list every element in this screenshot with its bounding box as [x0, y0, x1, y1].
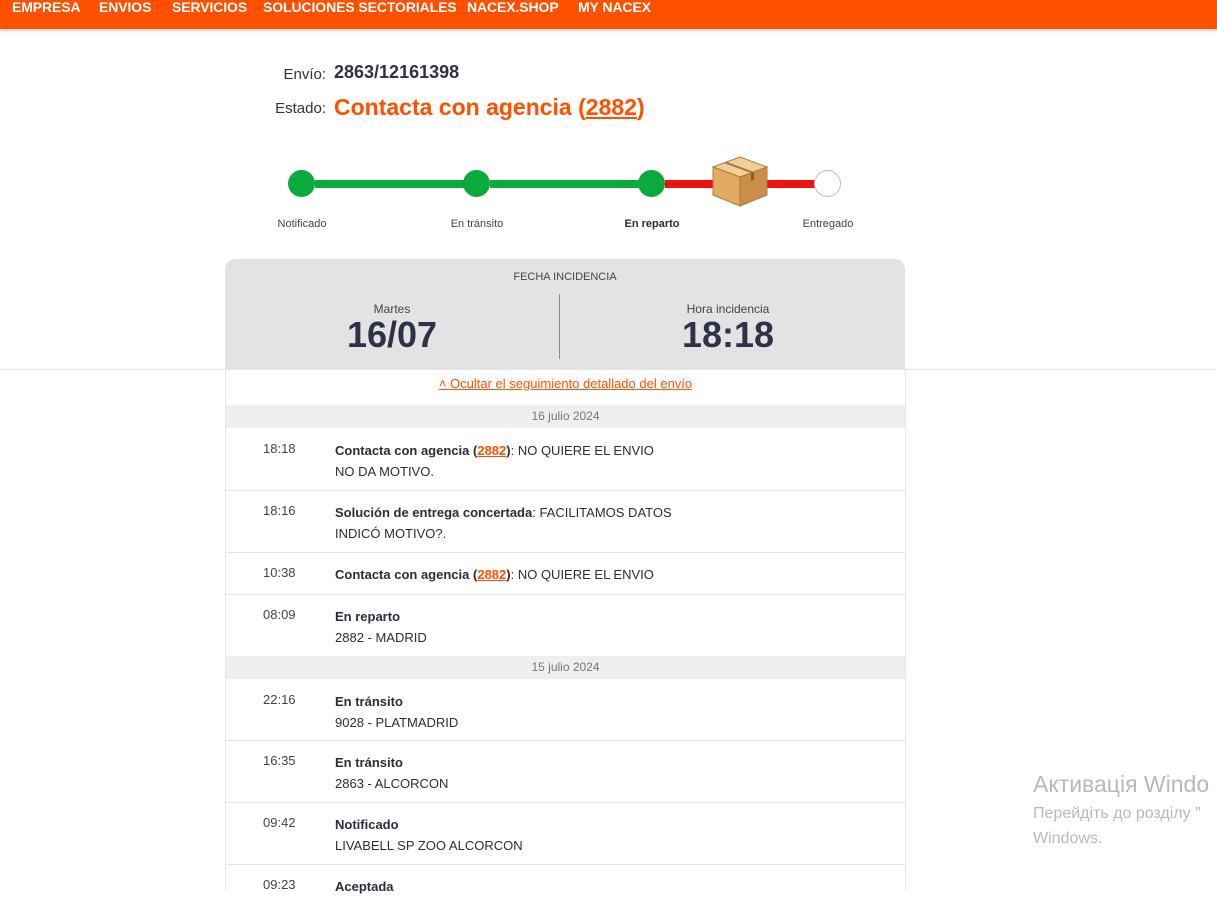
- event-description: Contacta con agencia (2882): NO QUIERE E…: [335, 443, 654, 479]
- tracking-event: 09:23 Aceptada: [226, 864, 905, 894]
- incident-card: FECHA INCIDENCIA Martes 16/07 Hora incid…: [225, 259, 905, 370]
- top-nav: EMPRESA ENVIOS SERVICIOS SOLUCIONES SECT…: [0, 0, 1217, 29]
- date-group-header: 15 julio 2024: [226, 656, 905, 679]
- event-title: Aceptada: [335, 879, 394, 894]
- tracking-panel: ˄ Ocultar el seguimiento detallado del e…: [225, 370, 906, 894]
- incident-date: 16/07: [346, 314, 438, 355]
- incident-separator: [559, 294, 560, 359]
- event-description: Solución de entrega concertada: FACILITA…: [335, 502, 672, 544]
- nav-item-my-nacex[interactable]: MY NACEX: [578, 0, 651, 14]
- incident-time: 18:18: [681, 314, 775, 355]
- estado-agency-link[interactable]: 2882: [586, 94, 637, 120]
- tracking-event: 08:09 En reparto 2882 - MADRID: [226, 594, 905, 656]
- tracking-event: 16:35 En tránsito 2863 - ALCORCON: [226, 740, 905, 803]
- progress-bar-segment-2: [490, 180, 640, 188]
- tracking-event: 22:16 En tránsito 9028 - PLATMADRID: [226, 679, 905, 741]
- windows-activation-hint-2: Windows.: [1033, 830, 1103, 847]
- tracking-event: 18:16 Solución de entrega concertada: FA…: [226, 490, 905, 553]
- event-detail-line2: 2863 - ALCORCON: [335, 776, 449, 791]
- estado-text: Contacta con agencia (: [334, 94, 586, 120]
- toggle-tracking-row: ˄ Ocultar el seguimiento detallado del e…: [226, 376, 905, 391]
- tracking-event: 18:18 Contacta con agencia (2882): NO QU…: [226, 428, 905, 491]
- hide-tracking-link[interactable]: ˄ Ocultar el seguimiento detallado del e…: [439, 376, 692, 391]
- progress-bar-segment-1: [315, 180, 465, 188]
- incident-title: FECHA INCIDENCIA: [513, 271, 617, 283]
- date-group-header: 16 julio 2024: [226, 405, 905, 428]
- step-label-en-reparto: En reparto: [624, 218, 680, 230]
- nav-item-empresa[interactable]: EMPRESA: [12, 0, 81, 14]
- event-detail: : NO QUIERE EL ENVIO: [510, 567, 654, 582]
- event-time: 10:38: [263, 565, 296, 580]
- step-label-en-transito: En tránsito: [450, 218, 504, 230]
- event-description: En tránsito 9028 - PLATMADRID: [335, 691, 458, 733]
- step-dot-entregado: [814, 170, 841, 197]
- event-title: En reparto: [335, 609, 401, 624]
- estado-status: Contacta con agencia (2882): [334, 94, 645, 121]
- event-time: 22:16: [263, 692, 296, 707]
- tracking-event: 10:38 Contacta con agencia (2882): NO QU…: [226, 552, 905, 595]
- event-description: Contacta con agencia (2882): NO QUIERE E…: [335, 567, 654, 582]
- nav-item-soluciones-sectoriales[interactable]: SOLUCIONES SECTORIALES: [263, 0, 457, 14]
- nav-item-servicios[interactable]: SERVICIOS: [172, 0, 247, 14]
- step-label-entregado: Entregado: [802, 218, 854, 230]
- event-description: En tránsito 2863 - ALCORCON: [335, 752, 448, 794]
- event-title: Solución de entrega concertada: [335, 505, 533, 520]
- step-label-notificado: Notificado: [277, 218, 327, 230]
- event-description: Aceptada: [335, 876, 394, 897]
- envio-label: Envío:: [283, 66, 326, 83]
- event-detail-line2: NO DA MOTIVO.: [335, 464, 434, 479]
- event-title: En tránsito: [335, 694, 403, 709]
- step-dot-en-transito: [463, 170, 490, 197]
- event-agency-link[interactable]: 2882: [477, 443, 506, 458]
- event-time: 09:42: [263, 815, 296, 830]
- windows-activation-title: Активація Windo: [1033, 771, 1210, 797]
- event-detail-line2: LIVABELL SP ZOO ALCORCON: [335, 838, 523, 853]
- event-detail: : NO QUIERE EL ENVIO: [510, 443, 654, 458]
- step-dot-notificado: [288, 170, 315, 197]
- event-detail: : FACILITAMOS DATOS: [532, 505, 672, 520]
- estado-close: ): [636, 94, 645, 120]
- envio-number: 2863/12161398: [334, 62, 460, 82]
- estado-label: Estado:: [275, 100, 326, 117]
- event-title: Notificado: [335, 817, 399, 832]
- event-time: 18:16: [263, 503, 296, 518]
- event-agency-link[interactable]: 2882: [477, 567, 506, 582]
- event-time: 16:35: [263, 753, 296, 768]
- event-time: 18:18: [263, 441, 296, 456]
- event-detail-line2: INDICÓ MOTIVO?.: [335, 526, 447, 541]
- step-dot-en-reparto: [638, 170, 665, 197]
- event-detail-line2: 2882 - MADRID: [335, 630, 427, 645]
- event-title: En tránsito: [335, 755, 403, 770]
- tracking-event: 09:42 Notificado LIVABELL SP ZOO ALCORCO…: [226, 802, 905, 865]
- nav-item-nacex-shop[interactable]: NACEX.SHOP: [467, 0, 559, 14]
- event-description: En reparto 2882 - MADRID: [335, 606, 427, 648]
- event-detail-line2: 9028 - PLATMADRID: [335, 715, 459, 730]
- windows-activation-hint: Перейдіть до розділу ": [1033, 805, 1201, 822]
- package-box-icon: [711, 156, 769, 207]
- event-title: Contacta con agencia: [335, 443, 470, 458]
- event-description: Notificado LIVABELL SP ZOO ALCORCON: [335, 814, 523, 856]
- event-title: Contacta con agencia: [335, 567, 470, 582]
- event-time: 08:09: [263, 607, 296, 622]
- nav-item-envios[interactable]: ENVIOS: [99, 0, 151, 14]
